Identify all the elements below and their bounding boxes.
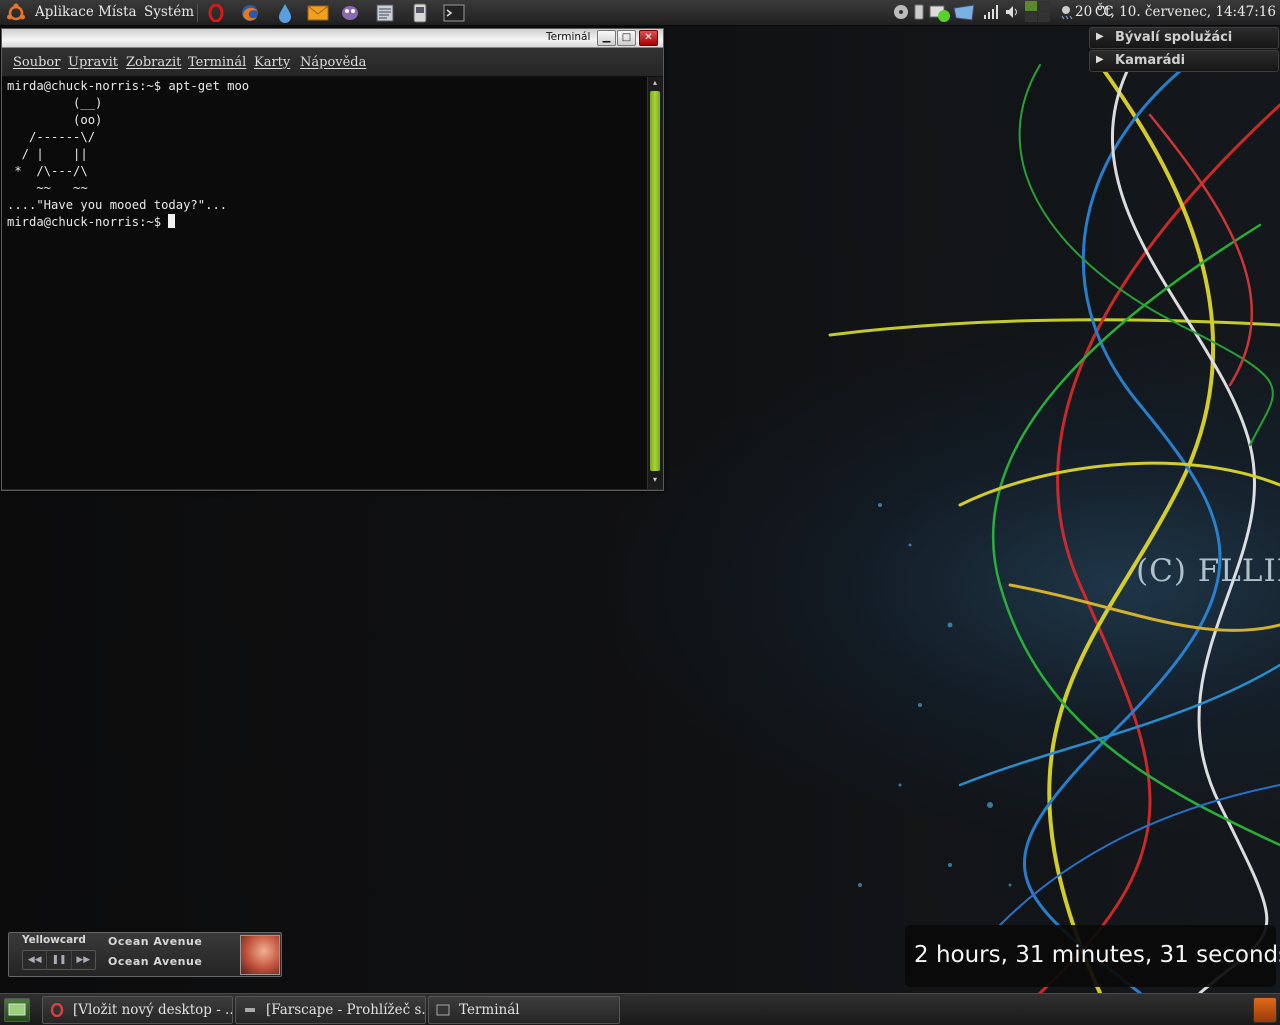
- expand-arrow-icon: ▶: [1096, 31, 1104, 42]
- pause-icon[interactable]: ❚❚: [47, 951, 72, 969]
- terminal-line: ~~ ~~: [7, 181, 88, 195]
- weather-icon[interactable]: [1059, 4, 1073, 20]
- terminal-line: mirda@chuck-norris:~$ apt-get moo: [7, 79, 250, 93]
- show-desktop-button[interactable]: [4, 998, 30, 1022]
- previous-icon[interactable]: ◀◀: [23, 951, 48, 969]
- firefox-icon[interactable]: [239, 2, 261, 23]
- menu-edit[interactable]: Upravit: [68, 55, 118, 70]
- taskbar-item-opera[interactable]: [Vložit nový desktop - ...: [42, 996, 233, 1024]
- signal-strength-icon[interactable]: [983, 4, 999, 20]
- player-album: Ocean Avenue: [108, 955, 203, 968]
- bottom-panel: [Vložit nový desktop - ... [Farscape - P…: [0, 993, 1280, 1025]
- terminal-line: * /\---/\: [7, 164, 88, 178]
- cd-icon[interactable]: [893, 4, 909, 20]
- ubuntu-logo-icon[interactable]: [6, 3, 26, 23]
- terminal-text: mirda@chuck-norris:~$ apt-get moo (__) (…: [7, 78, 249, 231]
- terminal-icon[interactable]: [443, 2, 465, 23]
- volume-icon[interactable]: [1005, 4, 1019, 20]
- scrollbar-thumb[interactable]: [650, 91, 660, 471]
- viewer-icon: [245, 1008, 255, 1012]
- terminal-menubar: Soubor Upravit Zobrazit Terminál Karty N…: [2, 48, 663, 77]
- terminal-scrollbar[interactable]: ▴ ▾: [647, 77, 663, 489]
- maximize-button[interactable]: □: [617, 30, 636, 46]
- minimize-button[interactable]: ▁: [597, 30, 616, 46]
- uptime-widget: 2 hours, 31 minutes, 31 seconds: [905, 925, 1280, 987]
- wallpaper-copyright: (C) FLLINT: [1136, 553, 1280, 589]
- player-track-title: Ocean Avenue: [108, 935, 203, 948]
- water-drop-icon[interactable]: [274, 2, 296, 23]
- notes-icon[interactable]: [374, 2, 396, 23]
- terminal-line: (__): [7, 96, 103, 110]
- messenger-tray-icon[interactable]: [952, 4, 976, 22]
- device-icon[interactable]: [409, 2, 431, 23]
- opera-icon[interactable]: [205, 2, 227, 23]
- menu-applications[interactable]: Aplikace: [35, 4, 94, 20]
- show-desktop-icon: [8, 1003, 26, 1016]
- uptime-text: 2 hours, 31 minutes, 31 seconds: [914, 942, 1280, 968]
- mail-icon[interactable]: [306, 2, 330, 23]
- taskbar-item-label: [Vložit nový desktop - ...: [73, 1002, 233, 1018]
- terminal-line: / | ||: [7, 147, 88, 161]
- close-button[interactable]: ✕: [639, 30, 658, 46]
- next-icon[interactable]: ▶▶: [72, 951, 95, 969]
- buddy-group-friends[interactable]: ▶ Kamarádi: [1089, 50, 1279, 72]
- menu-file[interactable]: Soubor: [13, 55, 60, 70]
- window-title: Terminál: [546, 31, 591, 43]
- menu-help[interactable]: Nápověda: [300, 55, 366, 70]
- menu-places[interactable]: Místa: [98, 4, 137, 20]
- maximize-icon: □: [621, 32, 632, 43]
- menu-terminal[interactable]: Terminál: [188, 55, 246, 70]
- music-player-widget: Yellowcard Ocean Avenue Ocean Avenue ◀◀ …: [8, 932, 282, 977]
- text-cursor: [168, 214, 176, 228]
- buddy-group-label: Kamarádi: [1115, 53, 1186, 68]
- album-art: [240, 935, 280, 975]
- trash-icon[interactable]: [1253, 997, 1277, 1023]
- scroll-down-icon[interactable]: ▾: [650, 475, 660, 485]
- player-artist: Yellowcard: [22, 934, 86, 946]
- panel-clock[interactable]: Čt, 10. červenec, 14:47:16: [1095, 4, 1276, 20]
- menu-view[interactable]: Zobrazit: [126, 55, 181, 70]
- window-titlebar[interactable]: Terminál ▁ □ ✕: [2, 29, 663, 48]
- panel-separator: [197, 4, 198, 22]
- close-icon: ✕: [644, 32, 653, 43]
- terminal-output[interactable]: mirda@chuck-norris:~$ apt-get moo (__) (…: [2, 77, 647, 489]
- taskbar-item-label: Terminál: [459, 1002, 520, 1018]
- taskbar-item-terminal[interactable]: Terminál: [428, 996, 620, 1024]
- terminal-icon: [436, 1004, 450, 1016]
- player-controls: ◀◀ ❚❚ ▶▶: [22, 950, 96, 970]
- top-panel: Aplikace Místa Systém 20 °C Čt, 10. červ…: [0, 0, 1280, 26]
- pidgin-icon[interactable]: [339, 2, 361, 23]
- minimize-icon: ▁: [602, 32, 611, 43]
- terminal-line: ...."Have you mooed today?"...: [7, 198, 228, 212]
- menu-tabs[interactable]: Karty: [254, 55, 290, 70]
- terminal-prompt: mirda@chuck-norris:~$: [7, 215, 169, 229]
- expand-arrow-icon: ▶: [1096, 54, 1104, 65]
- workspace-switcher[interactable]: [1025, 1, 1051, 23]
- terminal-line: /------\/: [7, 130, 96, 144]
- taskbar-item-label: [Farscape - Prohlížeč s...: [266, 1002, 426, 1018]
- buddy-group-label: Bývalí spolužáci: [1115, 30, 1233, 45]
- usb-drive-icon[interactable]: [913, 4, 925, 20]
- terminal-line: (oo): [7, 113, 103, 127]
- terminal-window[interactable]: Terminál ▁ □ ✕ Soubor Upravit Zobrazit T…: [1, 28, 664, 491]
- taskbar-item-viewer[interactable]: [Farscape - Prohlížeč s...: [235, 996, 426, 1024]
- network-manager-icon[interactable]: [929, 4, 951, 22]
- buddy-group-former-classmates[interactable]: ▶ Bývalí spolužáci: [1089, 27, 1279, 49]
- opera-icon: [50, 1003, 64, 1017]
- scroll-up-icon[interactable]: ▴: [650, 78, 660, 88]
- menu-system[interactable]: Systém: [144, 4, 194, 20]
